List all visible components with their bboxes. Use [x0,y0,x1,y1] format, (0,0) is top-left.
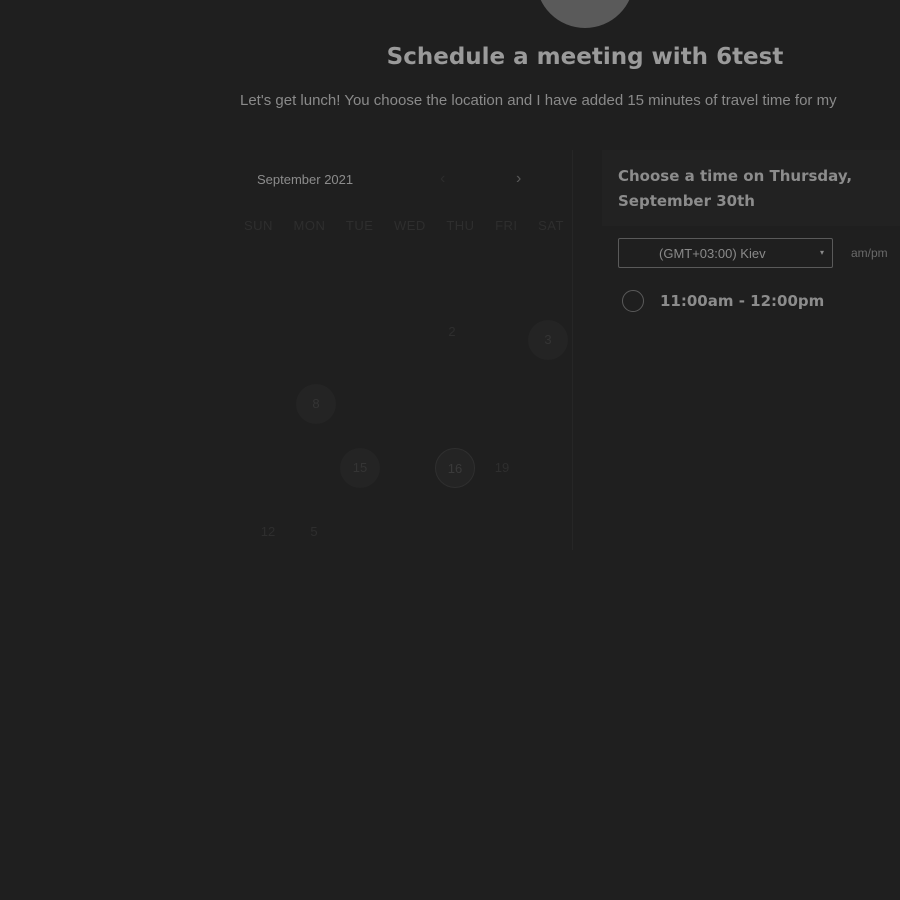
month-label: September 2021 [257,172,354,187]
weekday-sat: SAT [538,218,564,233]
weekday-thu: THU [446,218,475,233]
calendar-day: 5 [310,524,318,539]
weekday-wed: WED [393,218,426,233]
timezone-value: (GMT+03:00) Kiev [659,246,766,261]
previous-month-icon[interactable]: ‹ [440,170,445,188]
weekday-header: SUN MON TUE WED THU FRI SAT [244,218,564,233]
page-title: Schedule a meeting with 6test [386,44,784,70]
weekday-fri: FRI [495,218,518,233]
time-slot[interactable]: 11:00am - 12:00pm [622,288,824,314]
choose-time-heading: Choose a time on Thursday, September 30t… [618,167,853,210]
date-picker: September 2021 ‹ › SUN MON TUE WED THU F… [224,150,572,550]
calendar-day: 12 [260,524,276,539]
avatar [536,0,634,28]
weekday-mon: MON [293,218,326,233]
scheduling-page: Schedule a meeting with 6test Let's get … [0,0,900,900]
event-description: Let's get lunch! You choose the location… [240,92,837,109]
calendar-day-available[interactable]: 3 [528,320,568,360]
time-panel-header: Choose a time on Thursday, September 30t… [602,150,900,226]
time-slot-label: 11:00am - 12:00pm [660,292,825,310]
weekday-sun: SUN [244,218,273,233]
calendar-day-selected[interactable]: 16 [435,448,475,488]
timezone-select[interactable]: (GMT+03:00) Kiev ▾ [618,238,833,268]
weekday-tue: TUE [345,218,374,233]
calendar-day: 2 [448,324,456,339]
ampm-toggle[interactable]: am/pm [851,246,888,260]
calendar-day: 19 [494,460,510,475]
chevron-down-icon: ▾ [819,248,824,257]
next-month-icon[interactable]: › [516,170,521,188]
radio-icon[interactable] [622,290,644,312]
calendar-day-available[interactable]: 8 [296,384,336,424]
divider [572,150,573,550]
calendar-day-available[interactable]: 15 [340,448,380,488]
